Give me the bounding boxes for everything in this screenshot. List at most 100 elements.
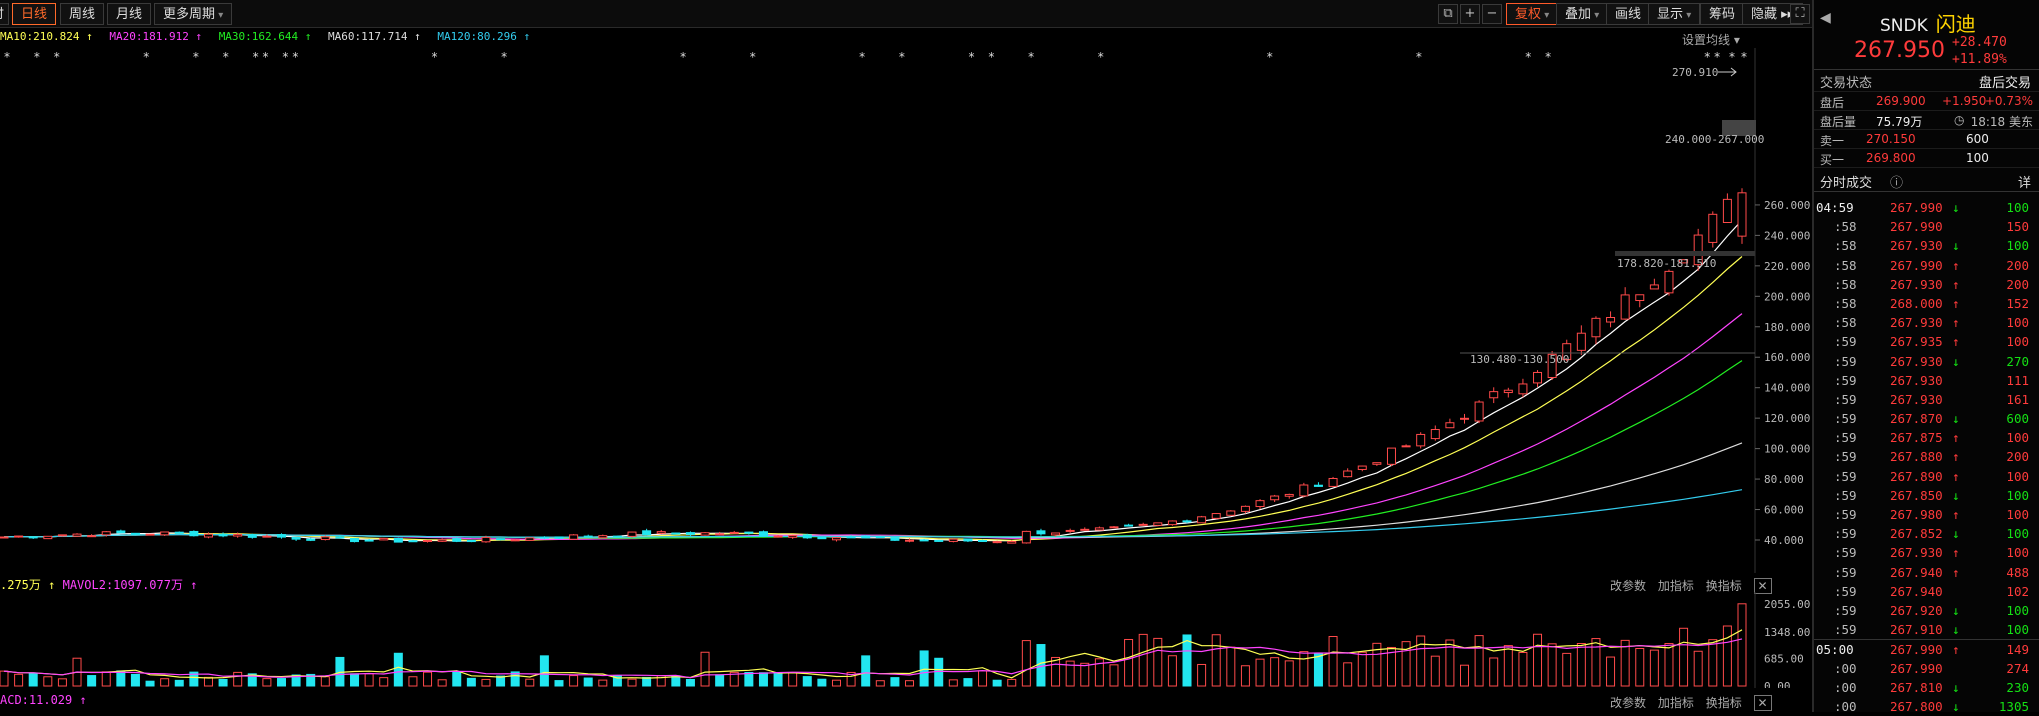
draw-line-button[interactable]: 画线 [1606, 3, 1651, 25]
after-hours-change: +1.950 [1942, 94, 1987, 108]
event-marker-icon: * [1704, 50, 1710, 64]
volume-chart[interactable]: 2055.00 1348.00 685.00 0.00 [0, 592, 1812, 688]
candle-body [174, 531, 184, 534]
tick-time: :59 [1834, 391, 1857, 407]
plus-icon[interactable]: + [1460, 4, 1480, 24]
down-arrow-icon: ↓ [1952, 200, 1960, 215]
tick-price: 268.000 [1890, 295, 1943, 311]
volume-bar [1109, 664, 1119, 687]
close-icon[interactable]: ✕ [1753, 695, 1772, 711]
candle-body [1226, 510, 1236, 516]
volume-bar [963, 678, 973, 687]
minus-icon[interactable]: − [1482, 4, 1502, 24]
up-arrow-icon: ↑ [1952, 507, 1960, 522]
volume-bar [525, 678, 535, 687]
tick-time: :59 [1834, 526, 1857, 542]
candle-body [1649, 284, 1659, 290]
candle-body [423, 540, 433, 543]
fuquan-dropdown[interactable]: 复权 [1506, 3, 1559, 25]
tick-time: :58 [1834, 276, 1857, 292]
volume-bar [1576, 643, 1586, 687]
more-periods-dropdown[interactable]: 更多周期 [154, 3, 233, 25]
volume-bar [569, 675, 579, 687]
after-hours-volume-row: 盘后量 75.79万 ◷ 18:18 美东 [1814, 111, 2039, 130]
window-icon[interactable]: ⧉ [1438, 4, 1458, 24]
volume-bar [379, 677, 389, 687]
volume-bar [1562, 652, 1572, 687]
edit-params-button[interactable]: 改参数 [1610, 696, 1646, 710]
kline-chart[interactable]: * * * * * * * * * * * * * * * * * * * * * * * * * * * * 260.000 240.… [0, 48, 1812, 573]
candle-body [452, 538, 462, 542]
candle-body [87, 535, 97, 538]
tick-price: 267.852 [1890, 526, 1943, 542]
tick-list[interactable]: 04:59 267.990 ↓ 100:58 267.990 150:58 267.930 ↓… [1814, 198, 2039, 716]
display-dropdown[interactable]: 显示 [1648, 3, 1701, 25]
tick-row: :59 267.930 ↑ 100 [1814, 543, 2039, 562]
collapse-left-icon[interactable]: ◀ [1820, 10, 1831, 26]
candle-body [1153, 522, 1163, 526]
tick-time: :59 [1834, 564, 1857, 580]
tick-price: 267.810 [1890, 679, 1943, 695]
stock-code: SNDK [1880, 16, 1928, 36]
candle-body [715, 533, 725, 536]
candle-body [861, 535, 871, 539]
ma-settings-dropdown[interactable]: 设置均线 ▾ [1682, 31, 1740, 48]
event-marker-icon: * [1098, 50, 1104, 64]
toolbar-edge-button[interactable]: 时 [0, 3, 10, 25]
candle-body [1182, 520, 1192, 523]
candle-body [1270, 495, 1280, 501]
volume-bar [715, 674, 725, 687]
candle-body [1255, 500, 1265, 508]
tick-time: :59 [1834, 487, 1857, 503]
switch-indicator-button[interactable]: 换指标 [1706, 579, 1742, 593]
volume-bar [350, 673, 360, 687]
candle-body [890, 537, 900, 541]
price-axis-label: 160.000 [1764, 351, 1810, 364]
switch-indicator-button[interactable]: 换指标 [1706, 696, 1742, 710]
up-arrow-icon: ↑ [48, 578, 56, 592]
period-tab-weekly[interactable]: 周线 [60, 3, 105, 25]
up-arrow-icon: ↑ [1952, 564, 1960, 580]
down-arrow-icon: ↓ [1952, 238, 1960, 254]
period-tab-daily[interactable]: 日线 [12, 3, 57, 25]
stock-name: 闪迪 [1935, 12, 1976, 36]
tick-volume: 200 [2006, 276, 2029, 292]
fullscreen-icon[interactable]: ⛶ [1790, 4, 1810, 24]
candle-body [554, 536, 564, 539]
info-icon[interactable]: ⓘ [1890, 172, 1903, 191]
candle-body [335, 536, 345, 539]
candle-body [437, 539, 447, 542]
down-arrow-icon: ↓ [1952, 353, 1960, 369]
chips-button[interactable]: 筹码 [1700, 3, 1745, 25]
volume-bar [831, 679, 841, 687]
tick-row: :59 267.852 ↓ 100 [1814, 524, 2039, 543]
candle-body [393, 537, 403, 543]
ask-volume: 600 [1966, 132, 1989, 146]
add-indicator-button[interactable]: 加指标 [1658, 579, 1694, 593]
up-arrow-icon: ↑ [1952, 449, 1960, 465]
volume-bar [1708, 639, 1718, 687]
price-axis-label: 200.000 [1764, 290, 1810, 303]
volume-bar [685, 678, 695, 687]
volume-bar [978, 670, 988, 687]
candle-body [320, 536, 330, 541]
volume-bar [773, 672, 783, 687]
period-tab-monthly[interactable]: 月线 [107, 3, 152, 25]
add-indicator-button[interactable]: 加指标 [1658, 696, 1694, 710]
volume-bar [262, 678, 272, 687]
volume-bar [1547, 643, 1557, 687]
tick-price: 267.990 [1890, 642, 1943, 658]
candle-body [846, 536, 856, 539]
volume-bar [203, 676, 213, 687]
candle-body [905, 539, 915, 542]
tick-volume: 100 [2006, 200, 2029, 215]
chart-toolbar: 时 日线 周线 月线 更多周期 ⧉ + − 复权 叠加 画线 显示 筹码 隐藏 … [0, 0, 1812, 28]
overlay-dropdown[interactable]: 叠加 [1556, 3, 1609, 25]
edit-params-button[interactable]: 改参数 [1610, 579, 1646, 593]
candle-body [1138, 523, 1148, 526]
candle-body [1109, 526, 1119, 529]
ticks-detail-button[interactable]: 详 [2018, 172, 2031, 191]
candle-body [525, 537, 535, 541]
candle-body [1080, 528, 1090, 531]
price-axis-label: 260.000 [1764, 199, 1810, 212]
